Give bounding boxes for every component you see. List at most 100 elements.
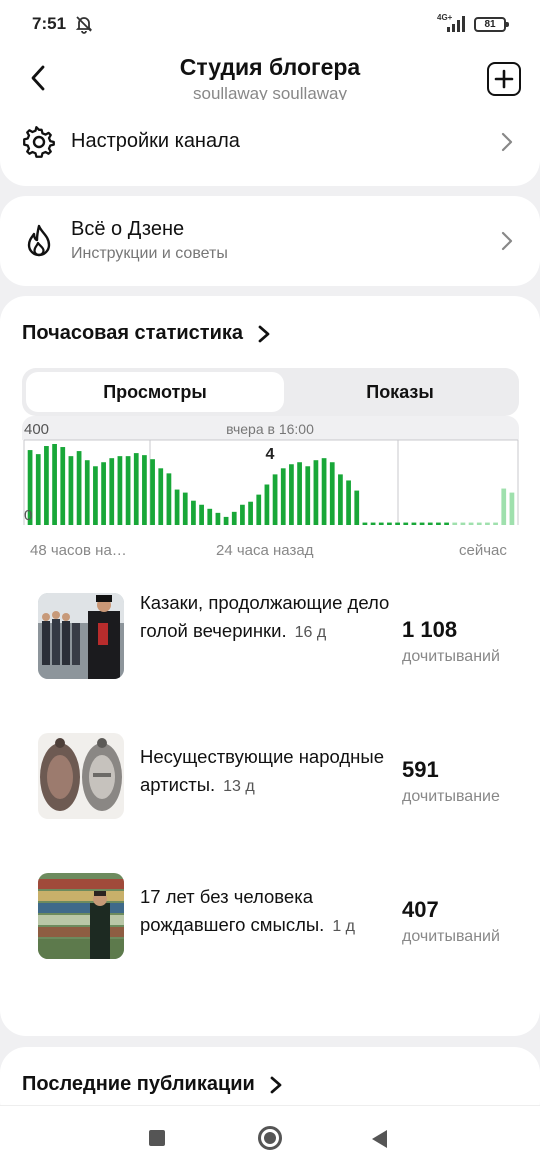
chart-bar[interactable] bbox=[166, 473, 172, 525]
chart-bar[interactable] bbox=[460, 522, 466, 525]
chevron-right-icon bbox=[501, 231, 513, 251]
chart-bar[interactable] bbox=[199, 504, 204, 525]
chart-bar[interactable] bbox=[68, 456, 74, 525]
chart-bar[interactable] bbox=[321, 458, 327, 525]
chart-bar[interactable] bbox=[468, 522, 474, 525]
chart-bar[interactable] bbox=[395, 522, 400, 525]
flame-icon bbox=[27, 224, 51, 257]
chart-bar[interactable] bbox=[142, 455, 147, 525]
page-title: Студия блогера bbox=[179, 54, 361, 80]
tab-impressions[interactable]: Показы bbox=[284, 372, 516, 412]
chart-bar[interactable] bbox=[493, 522, 498, 525]
chart-bar[interactable] bbox=[256, 494, 262, 526]
chart-bar[interactable] bbox=[338, 474, 343, 526]
chart-bar[interactable] bbox=[182, 492, 188, 525]
chevron-right-icon bbox=[501, 132, 513, 152]
latest-publications-title[interactable]: Последние публикации bbox=[22, 1073, 283, 1096]
article-read-count: 591 bbox=[402, 757, 439, 782]
chart-bar[interactable] bbox=[264, 484, 270, 526]
chart-bar[interactable] bbox=[436, 522, 441, 525]
chart-bar[interactable] bbox=[403, 522, 409, 525]
chart-bar[interactable] bbox=[150, 459, 155, 525]
chart-bar[interactable] bbox=[501, 488, 507, 525]
article-title-text: Несуществующие народные артисты. bbox=[140, 746, 384, 795]
chart-bar[interactable] bbox=[125, 456, 131, 525]
chart-bar[interactable] bbox=[240, 504, 245, 525]
chart-bar[interactable] bbox=[370, 522, 376, 525]
chart-bar[interactable] bbox=[248, 501, 253, 525]
chart-bar[interactable] bbox=[191, 500, 196, 525]
chart-bar[interactable] bbox=[231, 511, 237, 525]
article-read-unit: дочитывание bbox=[402, 788, 500, 805]
chart-bar[interactable] bbox=[297, 462, 302, 525]
chart-bar[interactable] bbox=[354, 490, 360, 525]
chart-bar[interactable] bbox=[93, 466, 98, 525]
chart-bar[interactable] bbox=[378, 522, 384, 525]
metric-segmented-control: Просмотры Показы bbox=[22, 368, 519, 416]
system-back-button[interactable] bbox=[372, 1130, 387, 1148]
hourly-stats-title[interactable]: Почасовая статистика bbox=[22, 322, 271, 345]
chart-bar[interactable] bbox=[280, 468, 286, 525]
article-age: 16 д bbox=[294, 624, 327, 641]
channel-settings-label: Настройки канала bbox=[71, 130, 240, 152]
chart-bar[interactable] bbox=[207, 508, 213, 525]
chart-bar[interactable] bbox=[109, 458, 115, 525]
chart-bar[interactable] bbox=[313, 460, 319, 525]
chart-bar[interactable] bbox=[60, 447, 66, 525]
chart-bar[interactable] bbox=[411, 522, 417, 525]
chart-bar[interactable] bbox=[101, 462, 106, 525]
chart-bar[interactable] bbox=[215, 512, 221, 525]
chevron-right-icon bbox=[270, 1076, 282, 1093]
hourly-stats-title-text: Почасовая статистика bbox=[22, 322, 244, 344]
chart-bar[interactable] bbox=[158, 468, 164, 525]
x-axis-label-start: 48 часов на… bbox=[30, 542, 127, 559]
chart-bar[interactable] bbox=[44, 446, 49, 525]
home-button[interactable] bbox=[258, 1126, 282, 1150]
chart-bar[interactable] bbox=[35, 454, 41, 526]
article-thumbnail bbox=[38, 873, 124, 959]
battery-icon: 81 bbox=[474, 17, 509, 32]
chart-bar[interactable] bbox=[444, 522, 449, 525]
chart-bar[interactable] bbox=[133, 453, 139, 525]
latest-publications-title-text: Последние публикации bbox=[22, 1073, 255, 1095]
chart-bar[interactable] bbox=[289, 464, 294, 525]
chart-bar[interactable] bbox=[223, 516, 229, 525]
chart-bar[interactable] bbox=[419, 522, 425, 525]
chart-bar[interactable] bbox=[52, 444, 57, 525]
chart-bar[interactable] bbox=[305, 466, 311, 525]
chart-bar[interactable] bbox=[387, 522, 392, 525]
chart-bar[interactable] bbox=[452, 522, 458, 525]
chart-bar[interactable] bbox=[362, 522, 368, 525]
article-read-count: 407 bbox=[402, 897, 439, 922]
add-button[interactable] bbox=[487, 62, 521, 96]
recents-button[interactable] bbox=[149, 1130, 165, 1146]
chart-bar[interactable] bbox=[329, 462, 335, 525]
article-title-text: Казаки, продолжающие дело голой вечеринк… bbox=[140, 592, 390, 641]
chart-bar[interactable] bbox=[485, 522, 490, 525]
chart-tooltip-value: 4 bbox=[266, 446, 275, 463]
chart-bar[interactable] bbox=[272, 474, 278, 526]
article-title-text: 17 лет без человека рождавшего смыслы. bbox=[140, 886, 325, 935]
chart-bar[interactable] bbox=[84, 460, 90, 525]
chart-tooltip-label: вчера в 16:00 bbox=[226, 421, 314, 437]
chart-bar[interactable] bbox=[174, 489, 180, 525]
tab-views[interactable]: Просмотры bbox=[26, 372, 284, 412]
chart-bar[interactable] bbox=[427, 522, 433, 525]
hourly-views-chart[interactable]: 400 0 вчера в 16:00 4 bbox=[22, 416, 519, 530]
chart-bar[interactable] bbox=[476, 522, 482, 525]
article-title: Казаки, продолжающие дело голой вечеринк… bbox=[140, 589, 390, 647]
chart-bar[interactable] bbox=[76, 451, 82, 525]
chart-bar[interactable] bbox=[117, 456, 123, 525]
about-zen-row[interactable]: Всё о Дзене Инструкции и советы bbox=[0, 196, 540, 286]
about-zen-sublabel: Инструкции и советы bbox=[71, 245, 228, 262]
chart-bar[interactable] bbox=[509, 492, 515, 525]
top-article-item[interactable]: Казаки, продолжающие дело голой вечеринк… bbox=[0, 592, 540, 683]
top-article-item[interactable]: 17 лет без человека рождавшего смыслы. 1 … bbox=[0, 873, 540, 963]
about-zen-label: Всё о Дзене bbox=[71, 218, 185, 240]
top-article-item[interactable]: Несуществующие народные артисты. 13 д 591… bbox=[0, 733, 540, 823]
article-thumbnail bbox=[38, 733, 124, 819]
gear-icon bbox=[23, 126, 55, 158]
channel-settings-row[interactable]: Настройки канала bbox=[0, 100, 540, 186]
chart-bar[interactable] bbox=[346, 480, 351, 525]
article-read-count: 1 108 bbox=[402, 617, 458, 642]
